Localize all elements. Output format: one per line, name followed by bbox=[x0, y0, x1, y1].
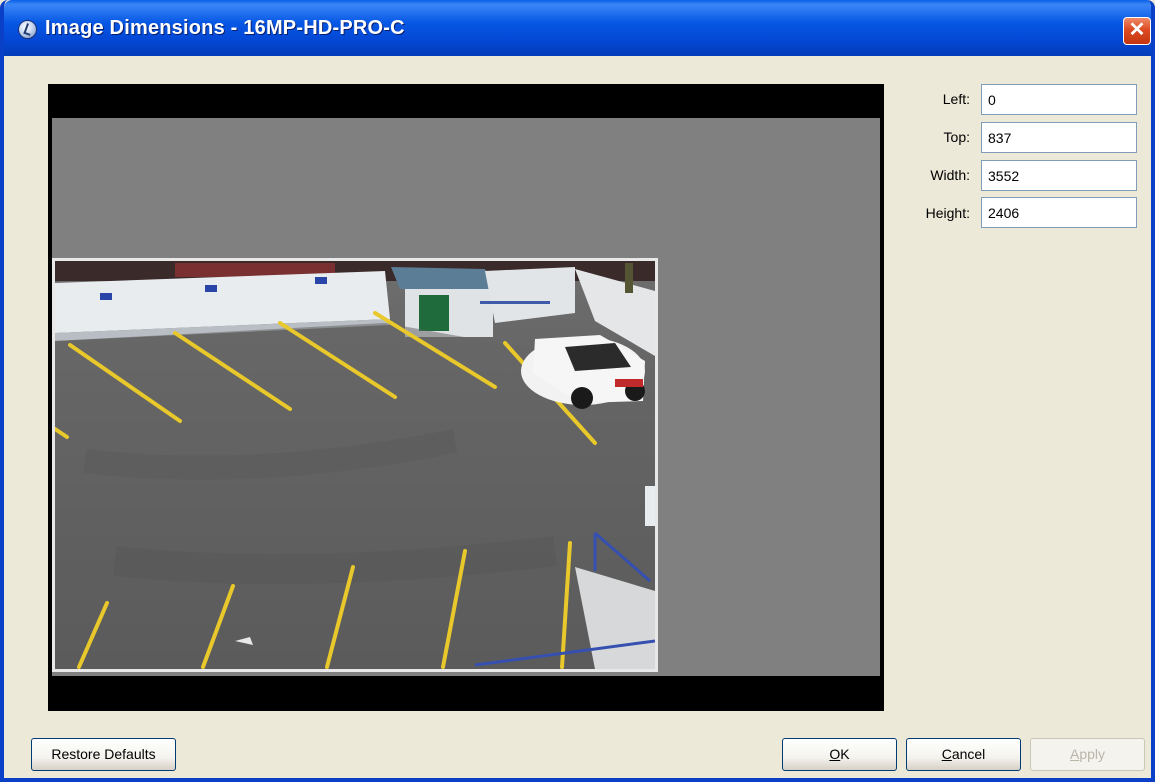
top-label: Top: bbox=[943, 129, 970, 145]
ok-mnemonic: O bbox=[829, 746, 841, 762]
restore-defaults-button[interactable]: Restore Defaults bbox=[31, 738, 176, 771]
close-button[interactable]: ✕ bbox=[1123, 17, 1151, 45]
crop-region-image[interactable] bbox=[52, 258, 658, 672]
apply-label: pply bbox=[1079, 746, 1106, 762]
cancel-mnemonic: C bbox=[941, 746, 952, 762]
top-input[interactable] bbox=[981, 122, 1137, 153]
width-input[interactable] bbox=[981, 160, 1137, 191]
cancel-label: ancel bbox=[951, 746, 986, 762]
app-icon bbox=[18, 20, 37, 39]
image-dimensions-dialog: Image Dimensions - 16MP-HD-PRO-C ✕ Left:… bbox=[0, 0, 1155, 782]
window-title: Image Dimensions - 16MP-HD-PRO-C bbox=[45, 17, 405, 39]
parking-lot-image bbox=[55, 261, 655, 669]
ok-button[interactable]: OK bbox=[782, 738, 897, 771]
height-input[interactable] bbox=[981, 197, 1137, 228]
cancel-button[interactable]: Cancel bbox=[906, 738, 1021, 771]
height-label: Height: bbox=[925, 205, 970, 221]
title-bar: Image Dimensions - 16MP-HD-PRO-C ✕ bbox=[4, 0, 1151, 56]
ok-label: K bbox=[840, 746, 850, 762]
left-label: Left: bbox=[942, 91, 970, 107]
left-input[interactable] bbox=[981, 84, 1137, 115]
apply-mnemonic: A bbox=[1069, 746, 1080, 762]
apply-button[interactable]: Apply bbox=[1030, 738, 1145, 771]
width-label: Width: bbox=[930, 167, 970, 183]
